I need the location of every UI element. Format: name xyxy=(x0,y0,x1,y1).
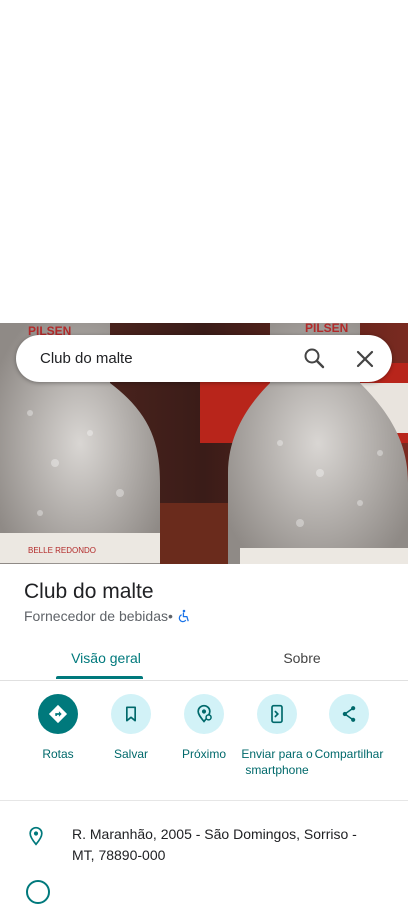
wheelchair-icon xyxy=(177,609,191,623)
close-icon[interactable] xyxy=(353,347,377,376)
share-icon xyxy=(329,694,369,734)
directions-label: Rotas xyxy=(42,747,74,761)
bottle-label: BELLE REDONDO xyxy=(28,546,96,555)
nearby-label: Próximo xyxy=(181,747,226,761)
place-category: Fornecedor de bebidas xyxy=(24,608,168,624)
tab-overview[interactable]: Visão geral xyxy=(56,636,156,680)
tab-bar: Visão geral Sobre xyxy=(0,636,408,681)
send-to-phone-label: Enviar para o smartphone xyxy=(241,747,313,777)
bookmark-icon xyxy=(111,694,151,734)
place-subtitle: Fornecedor de bebidas • xyxy=(24,608,191,624)
nearby-icon xyxy=(184,694,224,734)
search-icon[interactable] xyxy=(302,346,326,375)
directions-button[interactable]: Rotas xyxy=(18,694,98,762)
send-to-phone-button[interactable]: Enviar para o smartphone xyxy=(237,694,317,778)
search-bar[interactable]: Club do malte xyxy=(16,335,392,382)
bottle-label: PILSEN xyxy=(305,323,348,335)
save-button[interactable]: Salvar xyxy=(91,694,171,762)
share-button[interactable]: Compartilhar xyxy=(309,694,389,762)
search-input[interactable]: Club do malte xyxy=(40,350,392,367)
send-to-phone-icon xyxy=(257,694,297,734)
tab-about[interactable]: Sobre xyxy=(252,636,352,680)
nearby-button[interactable]: Próximo xyxy=(164,694,244,762)
address-text: R. Maranhão, 2005 - São Domingos, Sorris… xyxy=(72,826,357,863)
directions-icon xyxy=(38,694,78,734)
place-title: Club do malte xyxy=(24,580,154,603)
tab-indicator xyxy=(56,676,143,679)
share-label: Compartilhar xyxy=(314,747,384,761)
save-label: Salvar xyxy=(113,747,148,761)
location-pin-icon xyxy=(26,824,46,853)
action-row: Rotas Salvar Próximo Enviar para o smart… xyxy=(0,690,408,801)
separator: • xyxy=(168,608,173,624)
clock-icon xyxy=(26,880,50,904)
